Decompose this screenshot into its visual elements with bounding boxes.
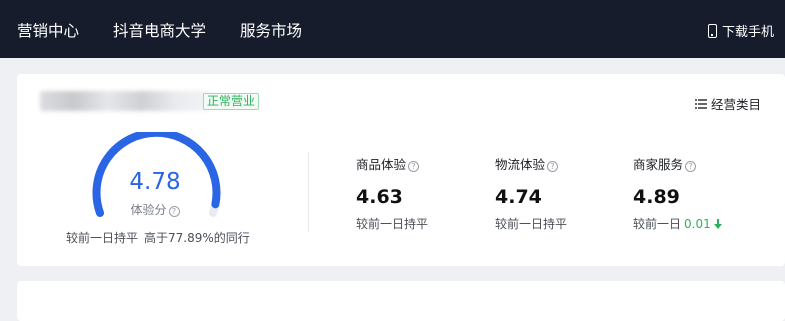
experience-score-label-row: 体验分? bbox=[112, 201, 198, 218]
metric-delta: 0.01 bbox=[684, 217, 711, 231]
metric-merchant-service: 商家服务? 4.89 较前一日 0.01 bbox=[633, 154, 722, 232]
metric-product-experience: 商品体验? 4.63 较前一日持平 bbox=[356, 154, 428, 232]
metric-compare: 较前一日持平 bbox=[356, 217, 429, 231]
help-icon[interactable]: ? bbox=[685, 161, 697, 172]
metric-value: 4.63 bbox=[356, 186, 403, 208]
business-category-label: 经营类目 bbox=[711, 97, 762, 112]
top-navigation-bar: 营销中心 抖音电商大学 服务市场 下载手机 bbox=[0, 0, 785, 58]
metric-label: 商家服务 bbox=[633, 157, 684, 172]
download-app-label: 下载手机 bbox=[722, 25, 775, 40]
metric-value: 4.89 bbox=[633, 186, 680, 208]
experience-score-compare: 较前一日持平 高于77.89%的同行 bbox=[66, 229, 250, 246]
metric-compare: 较前一日 bbox=[633, 217, 682, 231]
shop-experience-card: 正常营业 经营类目 4.78 体验分? 较前一日持平 高于77.89%的同行 商品… bbox=[17, 74, 785, 266]
nav-item-marketing-center[interactable]: 营销中心 bbox=[17, 19, 79, 41]
metric-label: 商品体验 bbox=[356, 157, 407, 172]
metric-label-row: 物流体验? bbox=[495, 154, 567, 173]
experience-score-label: 体验分 bbox=[130, 203, 167, 217]
metric-label-row: 商家服务? bbox=[633, 154, 722, 173]
divider bbox=[308, 152, 309, 232]
list-icon bbox=[695, 98, 707, 109]
experience-score-trend: 较前一日持平 bbox=[66, 231, 139, 245]
help-icon[interactable]: ? bbox=[168, 206, 180, 217]
business-category-button[interactable]: 经营类目 bbox=[695, 94, 761, 113]
secondary-card bbox=[17, 281, 785, 321]
metric-label-row: 商品体验? bbox=[356, 154, 428, 173]
metric-logistics-experience: 物流体验? 4.74 较前一日持平 bbox=[495, 154, 567, 232]
metric-value: 4.74 bbox=[495, 186, 542, 208]
arrow-down-icon bbox=[713, 219, 722, 229]
download-app-link[interactable]: 下载手机 bbox=[708, 21, 774, 40]
help-icon[interactable]: ? bbox=[547, 161, 559, 172]
experience-score-value: 4.78 bbox=[129, 169, 181, 195]
experience-score-percentile: 高于77.89%的同行 bbox=[144, 231, 250, 245]
shop-name-blurred bbox=[40, 91, 210, 111]
status-badge: 正常营业 bbox=[203, 93, 260, 110]
metric-compare: 较前一日持平 bbox=[495, 217, 568, 231]
help-icon[interactable]: ? bbox=[408, 161, 420, 172]
metric-compare-row: 较前一日 0.01 bbox=[633, 215, 722, 232]
phone-icon bbox=[708, 23, 717, 38]
nav-item-service-market[interactable]: 服务市场 bbox=[240, 19, 302, 41]
metric-label: 物流体验 bbox=[495, 157, 546, 172]
nav-item-douyin-ecommerce-university[interactable]: 抖音电商大学 bbox=[113, 19, 206, 41]
